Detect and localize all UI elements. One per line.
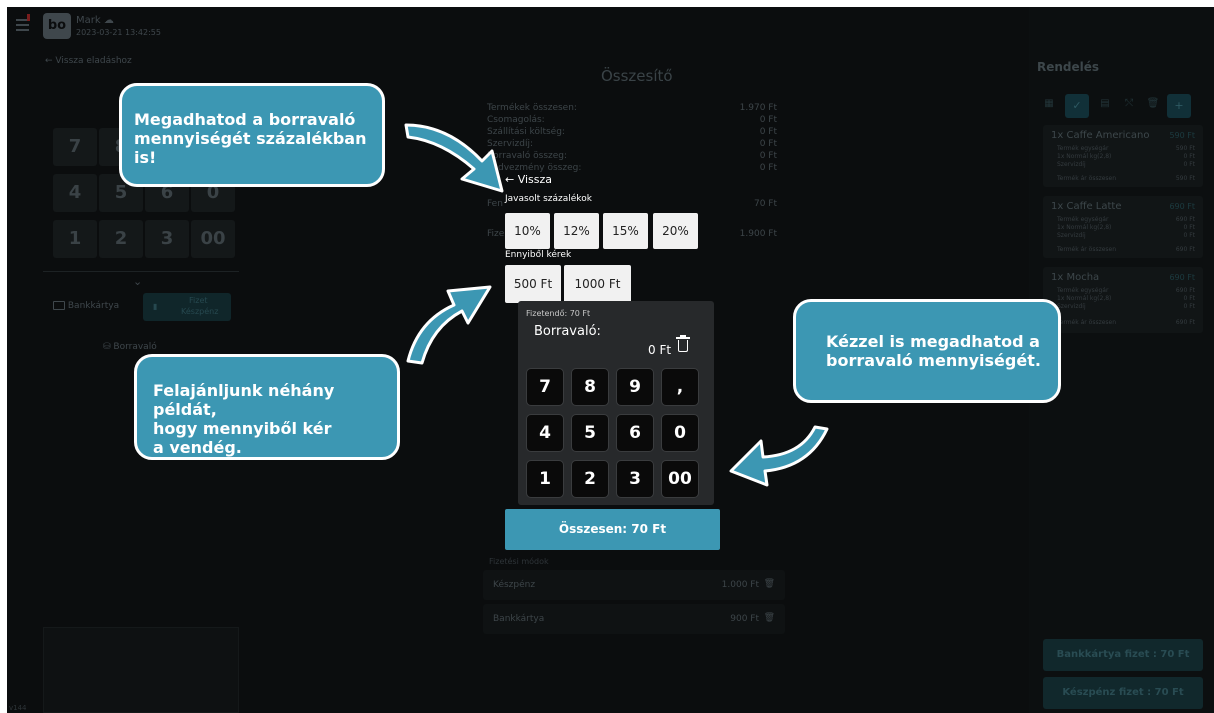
menu-icon[interactable] — [16, 14, 32, 32]
tip-keypad-key[interactable]: 9 — [616, 368, 654, 406]
tip-amount-button[interactable]: 1000 Ft — [564, 265, 631, 303]
arrow-icon — [404, 123, 504, 193]
cash-icon: ▮ — [153, 302, 158, 311]
tip-keypad-key[interactable]: 7 — [526, 368, 564, 406]
pay-cash-button[interactable]: ▮ Fizet Készpénz — [143, 293, 231, 321]
tip-bubble-examples: Felajánljunk néhány példát, hogy mennyib… — [134, 354, 400, 460]
tip-keypad-panel: Fizetendő: 70 Ft Borravaló: 0 Ft 7 8 9 ,… — [518, 301, 714, 505]
order-item-card[interactable]: 1x Caffe Americano 590 Ft Termék egységá… — [1043, 125, 1203, 187]
tip-keypad-key[interactable]: 4 — [526, 414, 564, 452]
trash-icon[interactable]: 🗑 — [764, 613, 775, 623]
summary-row: Termékek összesen: 1.970 Ft — [487, 103, 777, 113]
tip-total-button[interactable]: Összesen: 70 Ft — [505, 509, 720, 550]
app-screen: bo Mark ☁ 2023-03-21 13:42:55 ← Vissza e… — [7, 7, 1214, 713]
keypad-key[interactable]: 1 — [53, 220, 97, 258]
tip-keypad-key[interactable]: 5 — [571, 414, 609, 452]
tip-percent-button[interactable]: 10% — [505, 213, 550, 249]
keypad-key[interactable]: 4 — [53, 174, 97, 212]
trash-icon[interactable]: 🗑 — [1145, 98, 1161, 114]
payment-method-row: Bankkártya 900 Ft 🗑 — [483, 604, 785, 634]
tip-option[interactable]: ⛁ Borravaló — [103, 342, 157, 352]
keypad-key[interactable]: 3 — [145, 220, 189, 258]
tip-keypad-key[interactable]: 3 — [616, 460, 654, 498]
tip-bubble-manual: Kézzel is megadhatod a borravaló mennyis… — [793, 299, 1061, 403]
summary-row: Csomagolás: 0 Ft — [487, 115, 777, 125]
add-icon[interactable]: + — [1167, 94, 1191, 118]
suggested-percent-label: Javasolt százalékok — [505, 194, 592, 204]
pay-card-total-button[interactable]: Bankkártya fizet : 70 Ft — [1043, 639, 1203, 671]
cloud-icon: ☁ — [103, 15, 114, 26]
datetime: 2023-03-21 13:42:55 — [76, 28, 161, 37]
keypad-key[interactable]: 7 — [53, 128, 97, 166]
trash-icon[interactable] — [676, 335, 690, 353]
back-to-sales-link[interactable]: ← Vissza eladáshoz — [45, 56, 132, 66]
trash-icon[interactable]: 🗑 — [764, 579, 775, 589]
keypad-key[interactable]: 2 — [99, 220, 143, 258]
tip-percent-button[interactable]: 20% — [653, 213, 698, 249]
split-icon[interactable]: ⤲ — [1121, 98, 1137, 114]
order-title: Rendelés — [1037, 60, 1100, 74]
logo: bo — [43, 13, 71, 39]
summary-row: Szervizdíj: 0 Ft — [487, 139, 777, 149]
tip-amount-button[interactable]: 500 Ft — [505, 265, 561, 303]
summary-title: Összesítő — [601, 67, 673, 85]
tip-title: Borravaló: — [534, 324, 601, 339]
payment-method-row: Készpénz 1.000 Ft 🗑 — [483, 570, 785, 600]
pay-cash-total-button[interactable]: Készpénz fizet : 70 Ft — [1043, 677, 1203, 709]
tip-keypad-key[interactable]: 00 — [661, 460, 699, 498]
tip-amounts-label: Ennyiből kérek — [505, 250, 572, 260]
arrow-icon — [729, 425, 829, 487]
summary-row: Szállítási költség: 0 Ft — [487, 127, 777, 137]
chevron-down-icon[interactable]: ⌄ — [133, 275, 142, 288]
tip-percent-button[interactable]: 12% — [554, 213, 599, 249]
grid-icon[interactable]: ▦ — [1041, 98, 1057, 114]
summary-row: Borravaló összeg: 0 Ft — [487, 151, 777, 161]
version-label: v144 — [9, 704, 27, 712]
tip-bubble-percent: Megadhatod a borravaló mennyiségét száza… — [119, 83, 385, 187]
left-bottom-panel — [43, 627, 239, 713]
payable-amount: Fizetendő: 70 Ft — [526, 309, 591, 318]
arrow-left-icon: ← — [45, 56, 53, 66]
tip-keypad-key[interactable]: 0 — [661, 414, 699, 452]
tip-keypad-key[interactable]: , — [661, 368, 699, 406]
order-item-card[interactable]: 1x Caffe Latte 690 Ft Termék egységár 690… — [1043, 196, 1203, 258]
credit-card-icon — [53, 301, 65, 310]
tip-percent-button[interactable]: 15% — [603, 213, 648, 249]
tip-keypad-key[interactable]: 2 — [571, 460, 609, 498]
list-icon[interactable]: ▤ — [1097, 98, 1113, 114]
summary-row: Kedvezmény összeg: 0 Ft — [487, 163, 777, 173]
tip-keypad-key[interactable]: 8 — [571, 368, 609, 406]
keypad-key[interactable]: 00 — [191, 220, 235, 258]
payment-methods-label: Fizetési módok — [489, 557, 549, 566]
check-icon[interactable]: ✓ — [1065, 94, 1089, 118]
tip-keypad-key[interactable]: 6 — [616, 414, 654, 452]
arrow-icon — [406, 285, 492, 365]
order-item-card[interactable]: 1x Mocha 690 Ft Termék egységár 690 Ft 1x… — [1043, 267, 1203, 333]
tip-jar-icon: ⛁ — [103, 342, 111, 352]
order-toolbar: ▦ ✓ ▤ ⤲ 🗑 + — [1041, 94, 1205, 118]
pay-card-button[interactable]: Bankkártya — [53, 301, 119, 311]
tip-back-button[interactable]: ← Vissza — [505, 173, 552, 186]
user-name: Mark ☁ — [76, 15, 114, 26]
left-divider — [43, 271, 239, 272]
tip-keypad-key[interactable]: 1 — [526, 460, 564, 498]
tip-value: 0 Ft — [648, 343, 672, 357]
